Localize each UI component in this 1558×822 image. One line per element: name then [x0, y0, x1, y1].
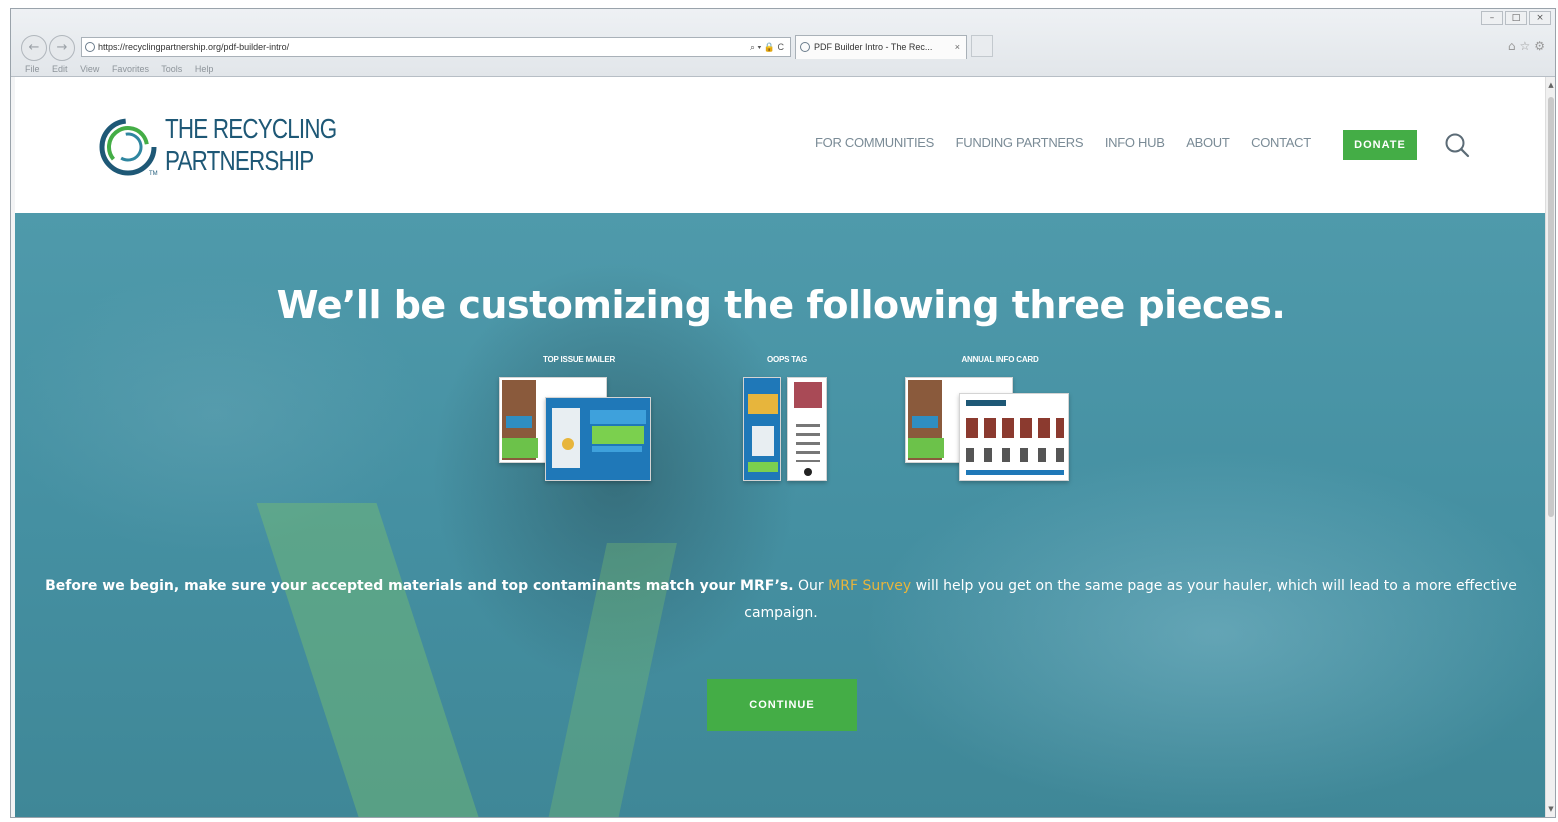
scrollbar-thumb[interactable]	[1548, 97, 1554, 517]
menu-tools[interactable]: Tools	[161, 64, 182, 74]
page-viewport: TM THE RECYCLING PARTNERSHIP FOR COMMUNI…	[15, 77, 1547, 817]
continue-button[interactable]: CONTINUE	[707, 679, 857, 731]
scroll-up-icon[interactable]: ▲	[1546, 81, 1556, 89]
search-icon	[1445, 133, 1470, 158]
nav-about[interactable]: ABOUT	[1186, 135, 1230, 150]
menu-help[interactable]: Help	[195, 64, 214, 74]
piece-top-issue-mailer: TOP ISSUE MAILER	[499, 355, 659, 481]
menu-bar: File Edit View Favorites Tools Help	[11, 61, 1555, 77]
intro-text-before-link: Our	[793, 578, 829, 594]
menu-file[interactable]: File	[25, 64, 40, 74]
recycling-swirl-icon	[99, 118, 157, 176]
url-text: https://recyclingpartnership.org/pdf-bui…	[98, 42, 290, 52]
menu-view[interactable]: View	[80, 64, 99, 74]
tab-globe-icon	[800, 42, 810, 52]
menu-favorites[interactable]: Favorites	[112, 64, 149, 74]
background-photo-detail	[256, 503, 494, 817]
hero-section: We’ll be customizing the following three…	[15, 213, 1547, 817]
piece-oops-tag: OOPS TAG	[737, 355, 837, 481]
piece-label: ANNUAL INFO CARD	[961, 355, 1039, 364]
address-bar[interactable]: https://recyclingpartnership.org/pdf-bui…	[81, 37, 791, 57]
browser-tools-icons[interactable]: ⌂☆⚙	[1508, 39, 1549, 53]
info-card-back-thumbnail	[959, 393, 1069, 481]
site-logo[interactable]: TM THE RECYCLING PARTNERSHIP	[97, 113, 357, 183]
piece-label: TOP ISSUE MAILER	[542, 355, 616, 364]
logo-text-line2: PARTNERSHIP	[165, 145, 314, 176]
window-controls: – □ ×	[1479, 11, 1551, 25]
nav-for-communities[interactable]: FOR COMMUNITIES	[815, 135, 934, 150]
mrf-survey-link[interactable]: MRF Survey	[828, 578, 911, 594]
mailer-back-thumbnail	[545, 397, 651, 481]
page-scrollbar[interactable]: ▲ ▼	[1545, 77, 1555, 817]
nav-contact[interactable]: CONTACT	[1251, 135, 1311, 150]
nav-info-hub[interactable]: INFO HUB	[1105, 135, 1165, 150]
search-button[interactable]	[1443, 131, 1471, 159]
close-window-icon[interactable]: ×	[1529, 11, 1551, 25]
oops-tag-back-thumbnail	[787, 377, 827, 481]
logo-text-line1: THE RECYCLING	[165, 113, 337, 144]
tab-close-icon[interactable]: ×	[955, 36, 960, 58]
browser-chrome: ← → https://recyclingpartnership.org/pdf…	[11, 9, 1555, 77]
address-tools-icons[interactable]: ⌕ ▾ 🔒 C	[750, 38, 784, 56]
browser-window: ← → https://recyclingpartnership.org/pdf…	[10, 8, 1556, 818]
menu-edit[interactable]: Edit	[52, 64, 68, 74]
main-nav: FOR COMMUNITIES FUNDING PARTNERS INFO HU…	[815, 135, 1329, 150]
nav-funding-partners[interactable]: FUNDING PARTNERS	[956, 135, 1084, 150]
piece-label: OOPS TAG	[766, 355, 808, 364]
hero-title: We’ll be customizing the following three…	[276, 283, 1286, 327]
minimize-icon[interactable]: –	[1481, 11, 1503, 25]
new-tab-button[interactable]	[971, 35, 993, 57]
forward-button[interactable]: →	[49, 35, 75, 61]
intro-paragraph: Before we begin, make sure your accepted…	[15, 573, 1547, 627]
site-header: TM THE RECYCLING PARTNERSHIP FOR COMMUNI…	[15, 77, 1547, 213]
intro-bold-text: Before we begin, make sure your accepted…	[45, 578, 794, 594]
oops-tag-front-thumbnail	[743, 377, 781, 481]
scroll-down-icon[interactable]: ▼	[1546, 805, 1556, 813]
piece-annual-info-card: ANNUAL INFO CARD	[905, 355, 1075, 481]
logo-trademark: TM	[149, 171, 158, 177]
browser-tab[interactable]: PDF Builder Intro - The Rec... ×	[795, 35, 967, 59]
tab-title: PDF Builder Intro - The Rec...	[814, 42, 933, 52]
back-button[interactable]: ←	[21, 35, 47, 61]
globe-icon	[85, 42, 95, 52]
donate-button[interactable]: DONATE	[1343, 130, 1417, 160]
maximize-icon[interactable]: □	[1505, 11, 1527, 25]
